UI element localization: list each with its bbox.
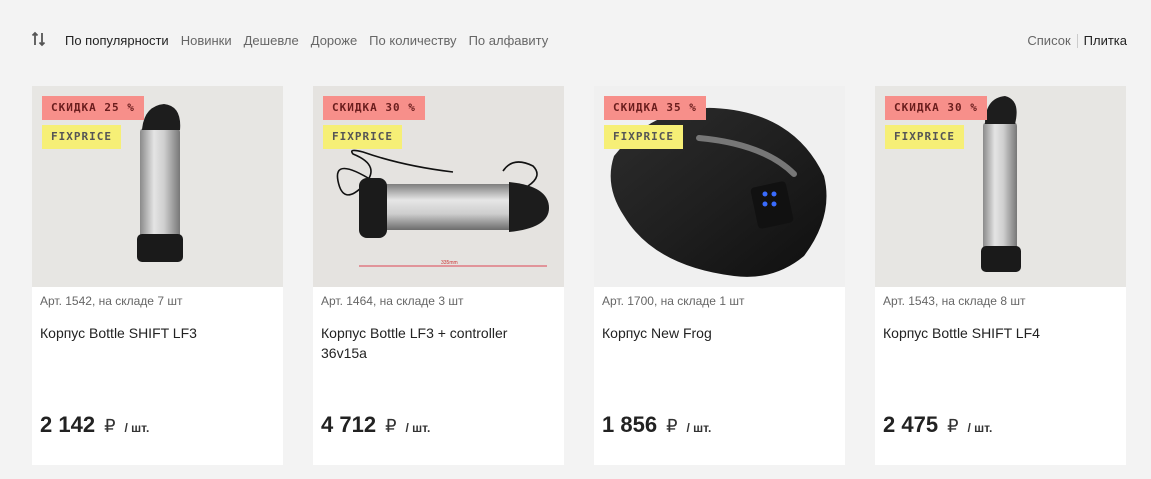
price-value: 2 475 [883, 412, 939, 437]
discount-badge: СКИДКА 35 % [604, 96, 706, 120]
product-title[interactable]: Корпус Bottle SHIFT LF3 [40, 323, 275, 343]
product-title[interactable]: Корпус Bottle LF3 + controller 36v15a [321, 323, 556, 363]
currency-symbol: ₽ [104, 416, 116, 436]
svg-text:335mm: 335mm [441, 260, 458, 266]
product-price: 1 856 ₽ / шт. [602, 412, 711, 438]
fixprice-badge: FIXPRICE [885, 125, 964, 149]
view-grid-button[interactable]: Плитка [1084, 33, 1127, 48]
sort-expensive[interactable]: Дороже [311, 33, 357, 48]
sort-quantity[interactable]: По количеству [369, 33, 456, 48]
fixprice-badge: FIXPRICE [604, 125, 683, 149]
currency-symbol: ₽ [666, 416, 678, 436]
view-divider [1076, 33, 1078, 48]
product-title[interactable]: Корпус New Frog [602, 323, 837, 343]
currency-symbol: ₽ [947, 416, 959, 436]
sort-new[interactable]: Новинки [181, 33, 232, 48]
catalog-toolbar: По популярности Новинки Дешевле Дороже П… [0, 0, 1151, 82]
price-value: 2 142 [40, 412, 96, 437]
fixprice-badge: FIXPRICE [323, 125, 402, 149]
sort-cheaper[interactable]: Дешевле [244, 33, 299, 48]
price-value: 4 712 [321, 412, 377, 437]
view-switch: Список Плитка [1027, 33, 1127, 48]
product-price: 2 142 ₽ / шт. [40, 412, 149, 438]
sort-options: По популярности Новинки Дешевле Дороже П… [65, 33, 548, 48]
product-article: Арт. 1542, на складе 7 шт [40, 294, 183, 308]
product-price: 2 475 ₽ / шт. [883, 412, 992, 438]
product-card[interactable]: СКИДКА 25 % FIXPRICE Арт. 1542, на склад… [32, 86, 283, 465]
product-grid: СКИДКА 25 % FIXPRICE Арт. 1542, на склад… [32, 86, 1126, 465]
product-card[interactable]: СКИДКА 30 % FIXPRICE Арт. 1543, на склад… [875, 86, 1126, 465]
sort-alphabet[interactable]: По алфавиту [469, 33, 549, 48]
product-card[interactable]: СКИДКА 35 % FIXPRICE Арт. 1700, на склад… [594, 86, 845, 465]
price-value: 1 856 [602, 412, 658, 437]
product-article: Арт. 1543, на складе 8 шт [883, 294, 1026, 308]
discount-badge: СКИДКА 30 % [885, 96, 987, 120]
price-unit: / шт. [405, 421, 431, 435]
product-price: 4 712 ₽ / шт. [321, 412, 430, 438]
price-unit: / шт. [686, 421, 712, 435]
product-article: Арт. 1464, на складе 3 шт [321, 294, 464, 308]
discount-badge: СКИДКА 30 % [323, 96, 425, 120]
product-card[interactable]: 335mm СКИДКА 30 % FIXPRICE Арт. 1464, на… [313, 86, 564, 465]
sort-popularity[interactable]: По популярности [65, 33, 169, 48]
discount-badge: СКИДКА 25 % [42, 96, 144, 120]
product-title[interactable]: Корпус Bottle SHIFT LF4 [883, 323, 1118, 343]
sort-arrows-icon[interactable] [31, 31, 47, 47]
product-article: Арт. 1700, на складе 1 шт [602, 294, 745, 308]
currency-symbol: ₽ [385, 416, 397, 436]
view-list-button[interactable]: Список [1027, 33, 1070, 48]
price-unit: / шт. [967, 421, 993, 435]
fixprice-badge: FIXPRICE [42, 125, 121, 149]
price-unit: / шт. [124, 421, 150, 435]
